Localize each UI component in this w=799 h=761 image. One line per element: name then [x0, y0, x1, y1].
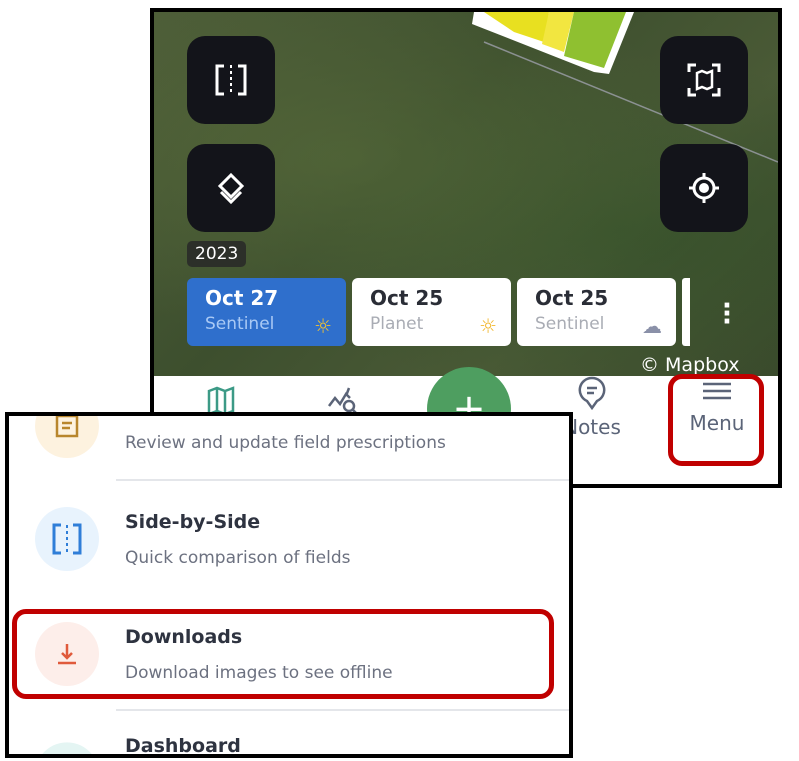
sun-icon: ☼ — [479, 314, 497, 338]
fit-field-icon — [687, 63, 721, 97]
dashboard-icon-circle — [42, 742, 92, 754]
prescription-icon — [55, 416, 79, 438]
split-view-icon — [52, 523, 82, 555]
map-attribution: © Mapbox — [640, 354, 740, 376]
divider — [116, 709, 569, 711]
layers-button[interactable] — [187, 144, 275, 232]
image-date-card-partial[interactable] — [682, 278, 690, 346]
cloud-icon: ☁ — [642, 314, 662, 338]
satellite-map[interactable]: 2023 Oct 27 Sentinel ☼ Oct 25 Planet ☼ O… — [154, 12, 778, 376]
menu-item-side-by-side[interactable]: Side-by-Side Quick comparison of fields — [9, 494, 569, 584]
divider — [116, 479, 569, 481]
menu-highlight — [668, 374, 764, 466]
menu-item-dashboard[interactable]: Dashboard — [9, 721, 569, 754]
image-date-card[interactable]: Oct 27 Sentinel ☼ — [187, 278, 346, 346]
sun-icon: ☼ — [314, 314, 332, 338]
image-date: Oct 27 — [205, 286, 279, 310]
menu-item-title: Dashboard — [125, 735, 241, 757]
notes-icon — [578, 376, 606, 411]
split-view-icon — [215, 64, 247, 96]
image-date-card[interactable]: Oct 25 Sentinel ☁ — [517, 278, 676, 346]
layers-icon — [217, 172, 245, 205]
menu-item-title: Side-by-Side — [125, 511, 261, 533]
image-date: Oct 25 — [370, 286, 444, 310]
menu-item-prescriptions[interactable]: Review and update field prescriptions — [9, 416, 569, 480]
fit-field-button[interactable] — [660, 36, 748, 124]
image-source: Planet — [370, 314, 424, 334]
more-options-icon[interactable]: · · · — [720, 293, 734, 335]
downloads-highlight — [12, 609, 554, 699]
locate-button[interactable] — [660, 144, 748, 232]
prescription-icon-circle — [35, 416, 99, 458]
menu-item-subtitle: Review and update field prescriptions — [125, 433, 446, 453]
menu-item-subtitle: Quick comparison of fields — [125, 548, 351, 568]
year-badge: 2023 — [187, 241, 247, 267]
image-source: Sentinel — [535, 314, 605, 334]
image-date-card[interactable]: Oct 25 Planet ☼ — [352, 278, 511, 346]
locate-icon — [689, 173, 719, 203]
menu-panel: Review and update field prescriptions Si… — [5, 412, 573, 758]
image-date: Oct 25 — [535, 286, 609, 310]
split-view-button[interactable] — [187, 36, 275, 124]
split-view-icon-circle — [35, 507, 99, 571]
image-source: Sentinel — [205, 314, 275, 334]
